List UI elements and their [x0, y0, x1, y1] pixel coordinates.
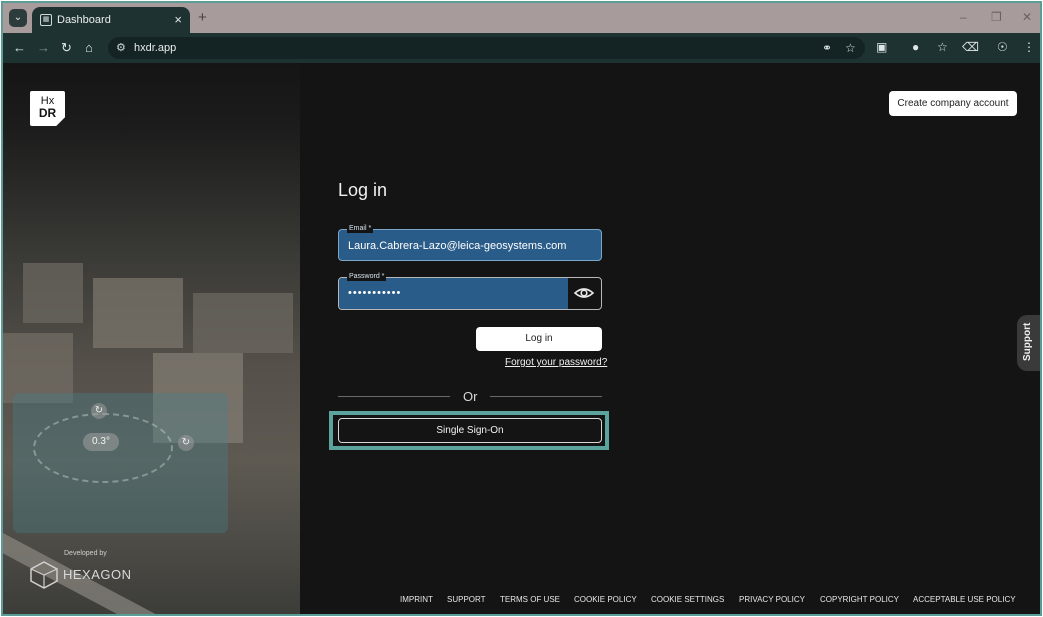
rotate-icon: ↻: [178, 435, 194, 451]
email-field[interactable]: Email * Laura.Cabrera-Lazo@leica-geosyst…: [338, 224, 602, 261]
home-icon[interactable]: ⌂: [85, 40, 93, 55]
create-company-account-button[interactable]: Create company account: [889, 91, 1017, 116]
support-label: Support: [1022, 322, 1033, 361]
angle-badge: 0.3°: [83, 433, 119, 451]
single-sign-on-button[interactable]: Single Sign-On: [338, 418, 602, 443]
profile-icon[interactable]: ☉: [997, 40, 1008, 54]
divider-right: [490, 396, 602, 397]
footer-link-privacy[interactable]: PRIVACY POLICY: [739, 595, 805, 604]
browser-window: ⌄ ▦ Dashboard × + – ❐ ✕ ← → ↻ ⌂ ⚙ hxdr.a…: [1, 1, 1042, 616]
reload-icon[interactable]: ↻: [61, 40, 72, 56]
rotate-icon: ↻: [91, 403, 107, 419]
hexagon-logo-icon: [30, 561, 58, 589]
tab-dashboard[interactable]: ▦ Dashboard ×: [32, 7, 190, 33]
tab-title: Dashboard: [57, 14, 111, 26]
tab-favicon: ▦: [40, 14, 52, 26]
minimize-icon[interactable]: –: [960, 10, 967, 24]
browser-toolbar: ← → ↻ ⌂ ⚙ hxdr.app ⚭ ☆ ▣ ● ☆ ⌫ ☉ ⋮: [3, 33, 1040, 63]
footer-link-cookie-settings[interactable]: COOKIE SETTINGS: [651, 595, 724, 604]
footer-link-support[interactable]: SUPPORT: [447, 595, 486, 604]
extensions-icon[interactable]: ▣: [876, 40, 887, 54]
restore-icon[interactable]: ❐: [991, 10, 1002, 24]
back-icon[interactable]: ←: [13, 40, 26, 55]
address-bar[interactable]: ⚙ hxdr.app ⚭ ☆: [108, 37, 865, 59]
building-shape: [23, 263, 83, 323]
new-tab-icon[interactable]: +: [198, 9, 207, 26]
bookmark-star-icon[interactable]: ☆: [845, 41, 856, 55]
tab-search-icon[interactable]: ⌄: [9, 9, 27, 27]
close-icon[interactable]: ×: [174, 12, 182, 27]
password-label: Password *: [347, 272, 387, 281]
footer-link-cookie-policy[interactable]: COOKIE POLICY: [574, 595, 637, 604]
building-shape: [93, 278, 183, 348]
trash-icon[interactable]: ⌫: [962, 40, 979, 54]
site-info-icon[interactable]: ⚙: [116, 41, 126, 54]
incognito-icon[interactable]: ●: [912, 40, 919, 54]
hero-image: 0.3° ↻ ↻ Developed by HEXAGON: [3, 63, 300, 614]
menu-icon[interactable]: ⋮: [1023, 40, 1035, 54]
password-field[interactable]: Password * •••••••••••: [338, 272, 602, 310]
hexagon-wordmark: HEXAGON: [63, 567, 132, 582]
footer-link-imprint[interactable]: IMPRINT: [400, 595, 433, 604]
footer-link-terms[interactable]: TERMS OF USE: [500, 595, 560, 604]
window-close-icon[interactable]: ✕: [1022, 10, 1032, 24]
page-content: 0.3° ↻ ↻ Developed by HEXAGON Hx DR Crea…: [3, 63, 1040, 614]
divider-left: [338, 396, 450, 397]
email-value[interactable]: Laura.Cabrera-Lazo@leica-geosystems.com: [348, 240, 566, 252]
url-text[interactable]: hxdr.app: [134, 42, 176, 54]
forward-icon[interactable]: →: [37, 40, 50, 55]
developed-by-label: Developed by: [64, 550, 107, 557]
footer-link-copyright[interactable]: COPYRIGHT POLICY: [820, 595, 899, 604]
email-label: Email *: [347, 224, 374, 233]
footer-link-acceptable-use[interactable]: ACCEPTABLE USE POLICY: [913, 595, 1016, 604]
password-value[interactable]: •••••••••••: [348, 287, 401, 299]
login-button[interactable]: Log in: [476, 327, 602, 351]
password-key-icon[interactable]: ⚭: [822, 41, 832, 55]
page-title: Log in: [338, 180, 388, 200]
reading-list-icon[interactable]: ☆: [937, 40, 948, 54]
forgot-password-link[interactable]: Forgot your password?: [505, 357, 607, 368]
tab-strip: ⌄ ▦ Dashboard × + – ❐ ✕: [3, 3, 1040, 33]
hxdr-logo[interactable]: Hx DR: [30, 91, 65, 126]
show-password-icon[interactable]: [571, 283, 597, 303]
or-separator: Or: [463, 389, 478, 404]
support-tab[interactable]: Support: [1017, 315, 1040, 371]
building-shape: [193, 293, 293, 353]
